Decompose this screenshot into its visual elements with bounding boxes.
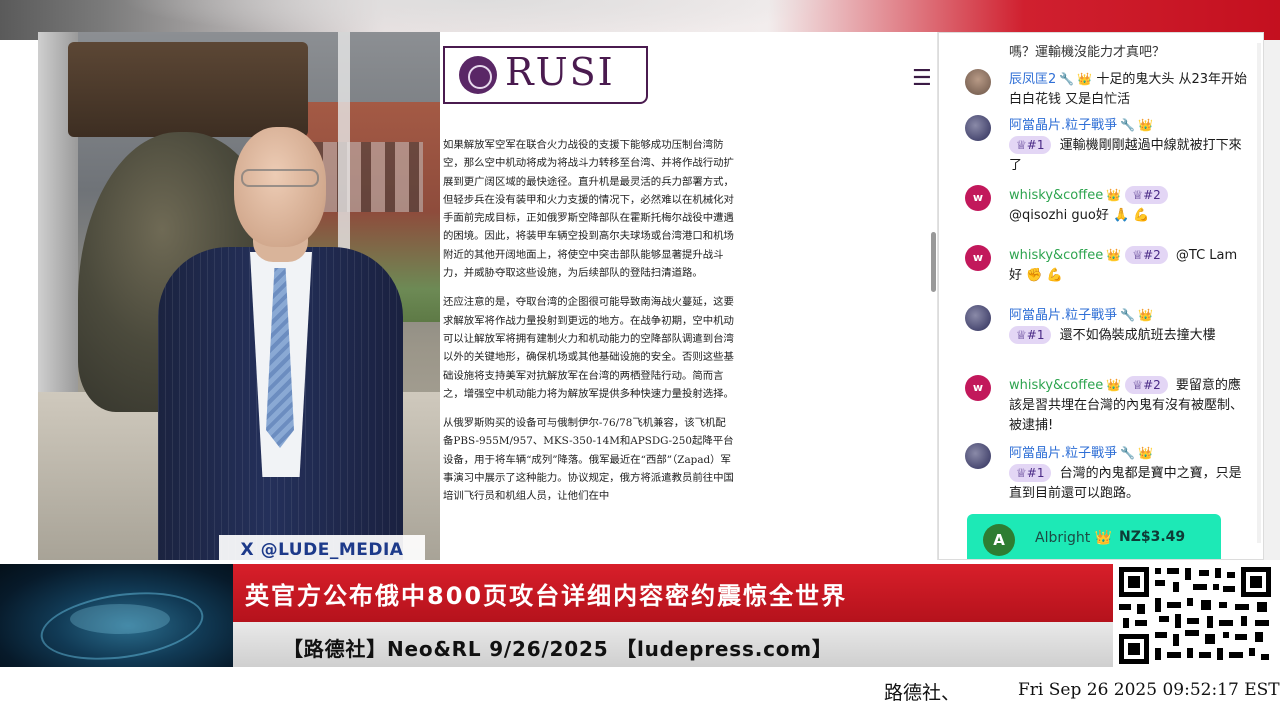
chat-message-text: @qisozhi guo好 🙏 💪 <box>1009 208 1150 223</box>
crown-badge-icon: 👑 <box>1138 118 1154 132</box>
presenter-head <box>234 127 326 247</box>
rusi-crest-icon <box>459 56 497 94</box>
chat-message-body: whisky&coffee 👑 ♕#2 要留意的應該是習共埋在台灣的內鬼有沒有被壓… <box>1009 375 1249 436</box>
hamburger-icon[interactable]: ☰ <box>912 66 932 91</box>
article-paragraph: 从俄罗斯购买的设备可与俄制伊尔-76/78飞机兼容，该飞机配备PBS-955M/… <box>443 417 734 503</box>
chat-username[interactable]: whisky&coffee <box>1009 378 1103 393</box>
chat-message-body: 阿當晶片.粒子戰爭 🔧 👑 ♕#1 台灣的內鬼都是寶中之寶，只是直到目前還可以跑路。 <box>1009 443 1249 504</box>
qr-code-icon[interactable] <box>1113 564 1277 667</box>
bell-yoke <box>68 42 308 137</box>
crown-badge-icon: 👑 <box>1094 530 1113 546</box>
background-left <box>0 40 38 560</box>
qr-code-icon <box>1115 564 1275 667</box>
chat-message-body: 阿當晶片.粒子戰爭 🔧 👑 ♕#1 運輸機剛剛越過中線就被打下來了 <box>1009 115 1249 176</box>
lower-third: 英官方公布俄中800页攻台详细内容密约震惊全世界 【路德社】Neo&RL 9/2… <box>0 560 1280 670</box>
presenter-glasses <box>241 169 319 187</box>
crown-badge-icon: 👑 <box>1106 188 1122 202</box>
avatar[interactable] <box>965 115 991 141</box>
article-paragraph: 如果解放军空军在联合火力战役的支援下能够成功压制台湾防空，那么空中机动将成为将战… <box>443 139 734 280</box>
news-ticker: 路德社、 Fri Sep 26 2025 09:52:17 EST <box>0 670 1280 720</box>
crown-badge-icon: 👑 <box>1138 308 1154 322</box>
article-paragraph: 还应注意的是，夺取台湾的企图很可能导致南海战火蔓延，这要求解放军将作战力量投射到… <box>443 296 734 400</box>
rank-badge: ♕#1 <box>1009 136 1052 154</box>
rank-badge: ♕#1 <box>1009 326 1052 344</box>
social-handle-watermark: X @LUDE_MEDIA <box>219 535 425 560</box>
donor-name: Albright 👑 <box>1035 530 1113 546</box>
donation-amount: NZ$3.49 <box>1119 529 1186 545</box>
chat-username[interactable]: 阿當晶片.粒子戰爭 <box>1009 118 1117 133</box>
subline: 【路德社】Neo&RL 9/26/2025 【ludepress.com】 <box>283 637 833 661</box>
avatar[interactable]: A <box>983 524 1015 556</box>
chat-message-body: whisky&coffee 👑 ♕#2 @qisozhi guo好 🙏 💪 <box>1009 185 1249 226</box>
avatar[interactable]: w <box>965 245 991 271</box>
chat-username[interactable]: whisky&coffee <box>1009 248 1103 263</box>
chat-message-body: 阿當晶片.粒子戰爭 🔧 👑 ♕#1 還不如偽裝成航班去撞大樓 <box>1009 305 1249 346</box>
subline-bar: 【路德社】Neo&RL 9/26/2025 【ludepress.com】 <box>233 622 1113 667</box>
avatar[interactable]: w <box>965 375 991 401</box>
chat-username[interactable]: whisky&coffee <box>1009 188 1103 203</box>
chat-username[interactable]: 阿當晶片.粒子戰爭 <box>1009 446 1117 461</box>
background-right <box>1264 40 1280 560</box>
crown-badge-icon: 👑 <box>1106 378 1122 392</box>
webcam-feed: X @LUDE_MEDIA <box>38 32 440 560</box>
crown-badge-icon: 👑 <box>1077 72 1093 86</box>
chat-message-body: whisky&coffee 👑 ♕#2 @TC Lam好 ✊ 💪 <box>1009 245 1249 286</box>
wrench-icon: 🔧 <box>1120 446 1136 460</box>
headline-bar: 英官方公布俄中800页攻台详细内容密约震惊全世界 <box>233 564 1113 622</box>
wrench-icon: 🔧 <box>1059 72 1075 86</box>
chat-message-body: 辰凤匡2 🔧 👑 十足的鬼大头 从23年开始 白白花钱 又是白忙活 <box>1009 69 1249 110</box>
chat-message-text: 還不如偽裝成航班去撞大樓 <box>1059 328 1216 343</box>
ticker-text: 路德社、 <box>884 682 961 704</box>
rank-badge: ♕#2 <box>1125 186 1168 204</box>
rank-badge: ♕#2 <box>1125 376 1168 394</box>
live-chat-panel[interactable]: 嗎？運輸機沒能力才真吧？ 辰凤匡2 🔧 👑 十足的鬼大头 从23年开始 白白花钱 又… <box>938 32 1264 560</box>
avatar[interactable] <box>965 305 991 331</box>
wrench-icon: 🔧 <box>1120 308 1136 322</box>
stream-frame: X @LUDE_MEDIA RUSI ☰ 如果解放军空军在联合火力战役的支援下能… <box>0 0 1280 720</box>
rank-badge: ♕#2 <box>1125 246 1168 264</box>
crown-badge-icon: 👑 <box>1138 446 1154 460</box>
article-panel[interactable]: RUSI ☰ 如果解放军空军在联合火力战役的支援下能够成功压制台湾防空，那么空中… <box>440 32 938 560</box>
article-body: 如果解放军空军在联合火力战役的支援下能够成功压制台湾防空，那么空中机动将成为将战… <box>443 136 735 517</box>
wrench-icon: 🔧 <box>1120 118 1136 132</box>
globe-graphic <box>0 564 233 667</box>
chat-username[interactable]: 阿當晶片.粒子戰爭 <box>1009 308 1117 323</box>
crown-badge-icon: 👑 <box>1106 248 1122 262</box>
ticker-timestamp: Fri Sep 26 2025 09:52:17 EST <box>1018 680 1280 700</box>
rank-badge: ♕#1 <box>1009 464 1052 482</box>
article-scrollbar[interactable] <box>931 232 936 292</box>
avatar[interactable]: w <box>965 185 991 211</box>
rusi-logo-text: RUSI <box>505 50 615 94</box>
avatar[interactable] <box>965 443 991 469</box>
rusi-logo[interactable]: RUSI <box>443 46 648 104</box>
headline: 英官方公布俄中800页攻台详细内容密约震惊全世界 <box>245 582 848 610</box>
super-chat-donation[interactable]: A Albright 👑 NZ$3.49 <box>967 514 1221 559</box>
chat-message-text: 嗎？運輸機沒能力才真吧？ <box>1009 45 1166 60</box>
avatar[interactable] <box>965 69 991 95</box>
chat-scrollbar[interactable] <box>1257 43 1261 543</box>
chat-username[interactable]: 辰凤匡2 <box>1009 72 1056 87</box>
